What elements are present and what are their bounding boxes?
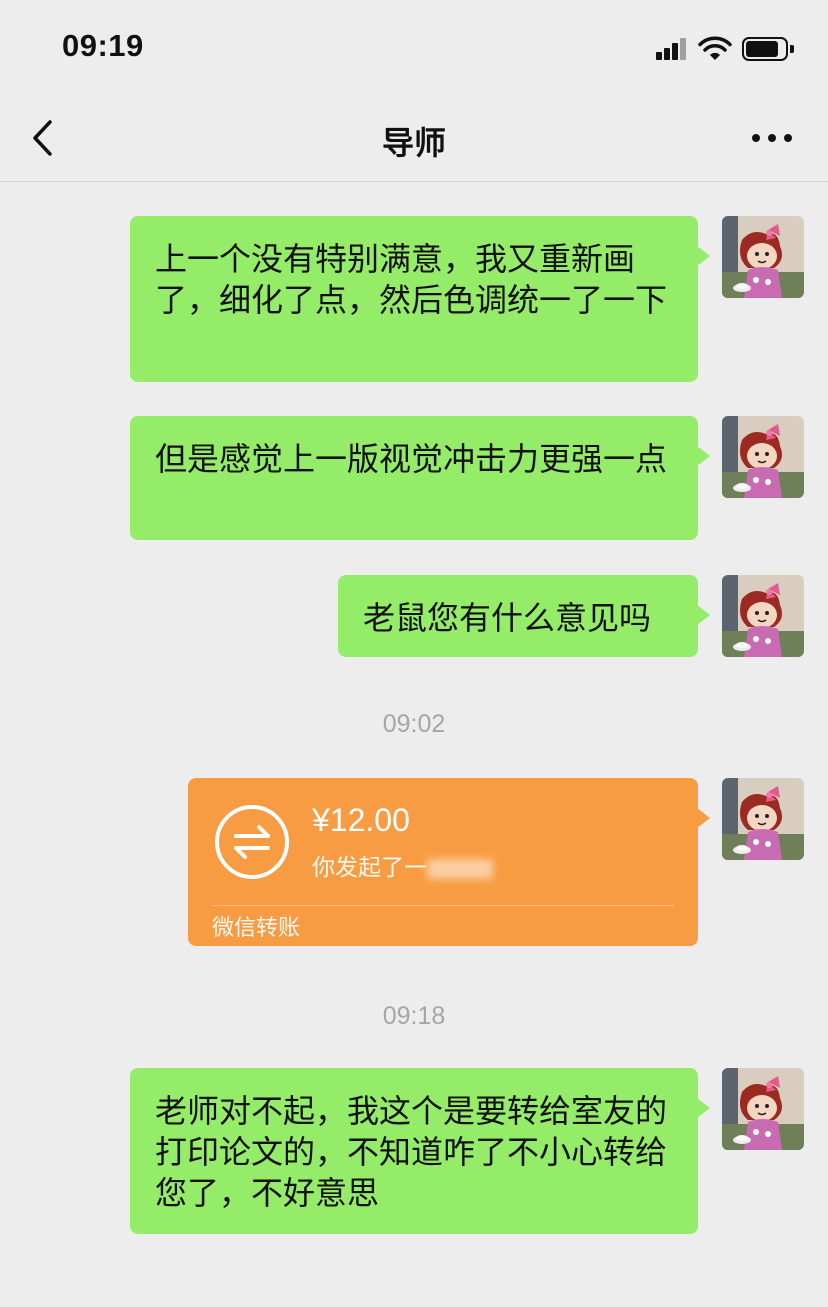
blurred-text — [427, 858, 493, 879]
message-bubble[interactable]: 上一个没有特别满意，我又重新画了，细化了点，然后色调统一了一下 — [130, 216, 710, 382]
message-bubble[interactable]: 老师对不起，我这个是要转给室友的打印论文的，不知道咋了不小心转给您了，不好意思 — [130, 1068, 710, 1234]
transfer-description-text: 你发起了一 — [312, 855, 427, 881]
avatar[interactable] — [722, 416, 804, 498]
transfer-arrows-icon — [215, 805, 289, 879]
divider — [212, 905, 674, 906]
transfer-amount: ¥12.00 — [312, 802, 410, 838]
message-bubble[interactable]: 但是感觉上一版视觉冲击力更强一点 — [130, 416, 710, 540]
status-icons — [656, 34, 794, 64]
avatar[interactable] — [722, 778, 804, 860]
transfer-card[interactable]: ¥12.00 你发起了一 微信转账 — [188, 778, 710, 946]
chat-header: 导师 — [0, 96, 828, 182]
chat-title: 导师 — [381, 124, 446, 162]
message-bubble[interactable]: 老鼠您有什么意见吗 — [338, 575, 710, 657]
avatar[interactable] — [722, 1068, 804, 1150]
message-text: 上一个没有特别满意，我又重新画了，细化了点，然后色调统一了一下 — [155, 240, 668, 319]
avatar[interactable] — [722, 575, 804, 657]
message-text: 老鼠您有什么意见吗 — [363, 599, 652, 637]
wifi-icon — [698, 36, 732, 60]
message-text: 老师对不起，我这个是要转给室友的打印论文的，不知道咋了不小心转给您了，不好意思 — [155, 1092, 668, 1212]
timestamp: 09:18 — [382, 1002, 446, 1030]
timestamp: 09:02 — [382, 710, 446, 738]
status-time: 09:19 — [62, 28, 144, 63]
transfer-description: 你发起了一 — [312, 848, 493, 882]
cellular-signal-icon — [656, 38, 688, 60]
message-text: 但是感觉上一版视觉冲击力更强一点 — [155, 440, 668, 478]
transfer-label: 微信转账 — [212, 916, 301, 941]
avatar[interactable] — [722, 216, 804, 298]
battery-icon — [742, 37, 794, 61]
more-dots-icon[interactable] — [752, 132, 792, 144]
status-bar: 09:19 — [0, 0, 828, 96]
